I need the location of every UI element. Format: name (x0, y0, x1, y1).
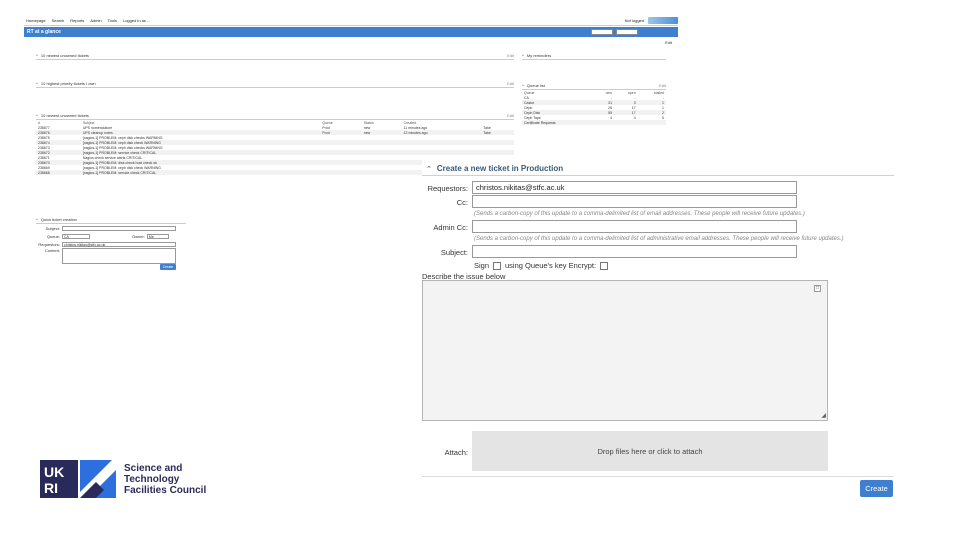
panel-title: 10 newest unowned tickets (40, 113, 89, 118)
panel-highest-priority: ^ 10 highest priority tickets I own Edit (36, 80, 514, 88)
quick-content-textarea[interactable] (62, 248, 176, 264)
panel-quick-ticket: ^ Quick ticket creation Subject: Queue: CA… (36, 216, 186, 266)
collapse-icon[interactable]: ^ (522, 83, 524, 88)
svg-text:UK: UK (44, 464, 64, 480)
nav-user[interactable]: Logged in as ... (123, 18, 150, 23)
encrypt-label: using Queue's key Encrypt: (505, 261, 597, 270)
page-title-bar: RT at a glance (24, 27, 678, 37)
editor-source-icon[interactable]: □ (814, 285, 821, 292)
quick-subject-label: Subject: (45, 225, 60, 231)
subject-label: Subject: (440, 248, 468, 257)
quick-subject-input[interactable] (62, 225, 176, 231)
collapse-icon[interactable]: ^ (36, 53, 38, 58)
queue-name-link[interactable]: Certificate Requests (522, 120, 594, 125)
new-ticket-button[interactable] (591, 29, 613, 35)
table-cell[interactable]: [nagios-1] PROBLEM: service check CRITIC… (80, 170, 321, 175)
attach-label: Attach: (444, 448, 468, 457)
sign-label: Sign (474, 261, 490, 270)
sign-encrypt-row: Sign using Queue's key Encrypt: (474, 261, 609, 270)
quick-content-label: Content: (44, 248, 60, 253)
queue-count[interactable] (637, 120, 666, 125)
quick-owner-label: Owner: (132, 233, 145, 239)
panel-queue-list: ^ Queue list Edit Queue new open stalled C… (522, 82, 666, 125)
quick-queue-select[interactable]: CA (62, 233, 90, 239)
nav-search[interactable]: Search (52, 18, 65, 23)
create-ticket-title: Create a new ticket in Production (436, 164, 564, 173)
cc-label: Cc: (456, 198, 468, 207)
panel-most-recent: ^ 10 newest unowned tickets Edit (36, 52, 514, 60)
queue-count[interactable] (593, 120, 615, 125)
create-button[interactable]: Create (860, 480, 893, 497)
quick-owner-select[interactable]: Me (146, 233, 169, 239)
top-navigation: Homepage Search Reports Admin Tools Logg… (24, 16, 678, 26)
table-cell (320, 170, 362, 175)
quick-requestors-input[interactable]: christos.nikitas@stfc.ac.uk (62, 241, 176, 247)
logo-line: Facilities Council (124, 484, 207, 496)
table-cell: 238668 (36, 170, 81, 175)
panel-title: 10 newest unowned tickets (40, 53, 89, 58)
quick-requestors-label: Requestors: (38, 241, 60, 247)
queue-select-controls (591, 29, 638, 35)
rt-logo-icon (648, 17, 678, 24)
cc-input[interactable] (472, 195, 797, 208)
queue-list-body: CA - - - Castor 31 3 1 Ceph 26 17 1 Ceph Disk 55 17 2 Ce… (522, 95, 666, 125)
sign-checkbox[interactable] (493, 261, 502, 270)
panel-title: 10 highest priority tickets I own (40, 81, 96, 86)
stfc-logo: UK RI Science and Technology Facilities … (40, 460, 206, 498)
panel-title: Queue list (526, 83, 545, 88)
collapse-icon[interactable]: ^ (36, 81, 38, 86)
queue-list-table: Queue new open stalled CA - - - Castor 31 3 1 Ce… (522, 90, 666, 125)
nav-homepage[interactable]: Homepage (26, 18, 46, 23)
svg-text:RI: RI (44, 480, 58, 496)
queue-count[interactable] (614, 120, 638, 125)
collapse-chevron-icon[interactable]: ⌃ (426, 165, 432, 173)
collapse-icon[interactable]: ^ (522, 53, 524, 58)
admin-cc-input[interactable] (472, 220, 797, 233)
quick-queue-label: Queue: (46, 233, 60, 239)
encrypt-checkbox[interactable] (600, 261, 609, 270)
nav-right-text: Not logged (624, 18, 644, 23)
quick-create-button[interactable]: Create (160, 264, 176, 270)
description-editor[interactable]: □ ◢ (422, 280, 828, 421)
collapse-icon[interactable]: ^ (36, 217, 38, 222)
dropzone-text: Drop files here or click to attach (597, 446, 703, 456)
page-title: RT at a glance (27, 29, 61, 35)
requestors-input[interactable]: christos.nikitas@stfc.ac.uk (472, 181, 797, 194)
admin-cc-hint: (Sends a carbon-copy of this update to a… (474, 236, 844, 242)
header-divider (422, 175, 894, 176)
ukri-logo-icon: UK RI (40, 460, 116, 498)
panel-title: Quick ticket creation (40, 217, 77, 222)
nav-reports[interactable]: Reports (70, 18, 84, 23)
panel-my-reminders: ^ My reminders (522, 52, 666, 60)
edit-link[interactable]: Edit (665, 40, 672, 45)
logo-line: Technology (124, 473, 180, 485)
panel-edit-link[interactable]: Edit (659, 83, 666, 88)
footer-divider (422, 476, 894, 477)
logo-line: Science and (124, 462, 183, 474)
panel-edit-link[interactable]: Edit (507, 53, 514, 58)
resize-handle-icon[interactable]: ◢ (821, 412, 826, 419)
panel-title: My reminders (526, 53, 552, 58)
quick-ticket-form: Subject: Queue: CA Owner: Me Requestors: chr… (36, 224, 186, 266)
table-row[interactable]: Certificate Requests (522, 120, 666, 125)
nav-admin[interactable]: Admin (90, 18, 101, 23)
queue-select[interactable] (616, 29, 638, 35)
create-ticket-panel: ⌃ Create a new ticket in Production Requ… (422, 160, 894, 500)
stfc-wordmark: Science and Technology Facilities Counci… (124, 463, 206, 496)
requestors-label: Requestors: (427, 184, 468, 193)
panel-edit-link[interactable]: Edit (507, 113, 514, 118)
panel-edit-link[interactable]: Edit (507, 81, 514, 86)
collapse-icon[interactable]: ^ (36, 113, 38, 118)
cc-hint: (Sends a carbon-copy of this update to a… (474, 211, 805, 217)
create-ticket-header: ⌃ Create a new ticket in Production (426, 164, 563, 173)
table-cell (361, 170, 402, 175)
admin-cc-label: Admin Cc: (433, 223, 468, 232)
subject-input[interactable] (472, 245, 797, 258)
description-textarea[interactable] (423, 295, 827, 420)
file-dropzone[interactable]: Drop files here or click to attach (472, 431, 828, 471)
nav-tools[interactable]: Tools (108, 18, 117, 23)
